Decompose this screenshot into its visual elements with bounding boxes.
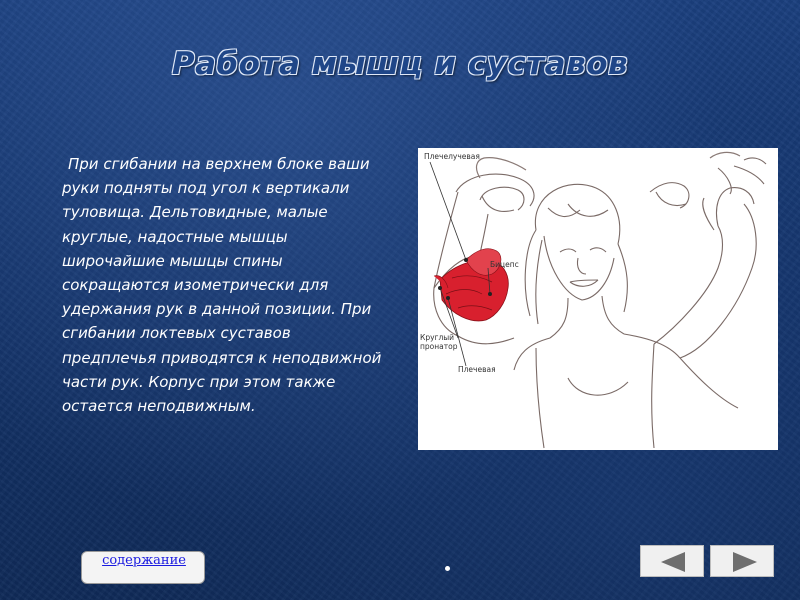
slide-dot <box>445 566 450 571</box>
label-pronator-line2: пронатор <box>420 342 458 351</box>
left-triangle-icon <box>661 552 685 572</box>
slide-title: Работа мышц и суставов <box>171 46 629 82</box>
table-of-contents-button[interactable]: содержание <box>81 551 205 584</box>
toc-link[interactable]: содержание <box>89 552 199 569</box>
previous-slide-button[interactable] <box>640 545 704 577</box>
next-slide-button[interactable] <box>710 545 774 577</box>
slide-body-text: При сгибании на верхнем блоке ваши руки … <box>62 155 382 416</box>
label-brachialis: Плечевая <box>458 365 496 374</box>
label-brachioradialis: Плечелучевая <box>424 152 480 161</box>
label-biceps: Бицепс <box>490 260 519 269</box>
arm-muscles-illustration: Плечелучевая Бицепс Круглый пронатор Пле… <box>418 148 778 450</box>
label-pronator-line1: Круглый <box>420 333 454 342</box>
right-triangle-icon <box>733 552 757 572</box>
